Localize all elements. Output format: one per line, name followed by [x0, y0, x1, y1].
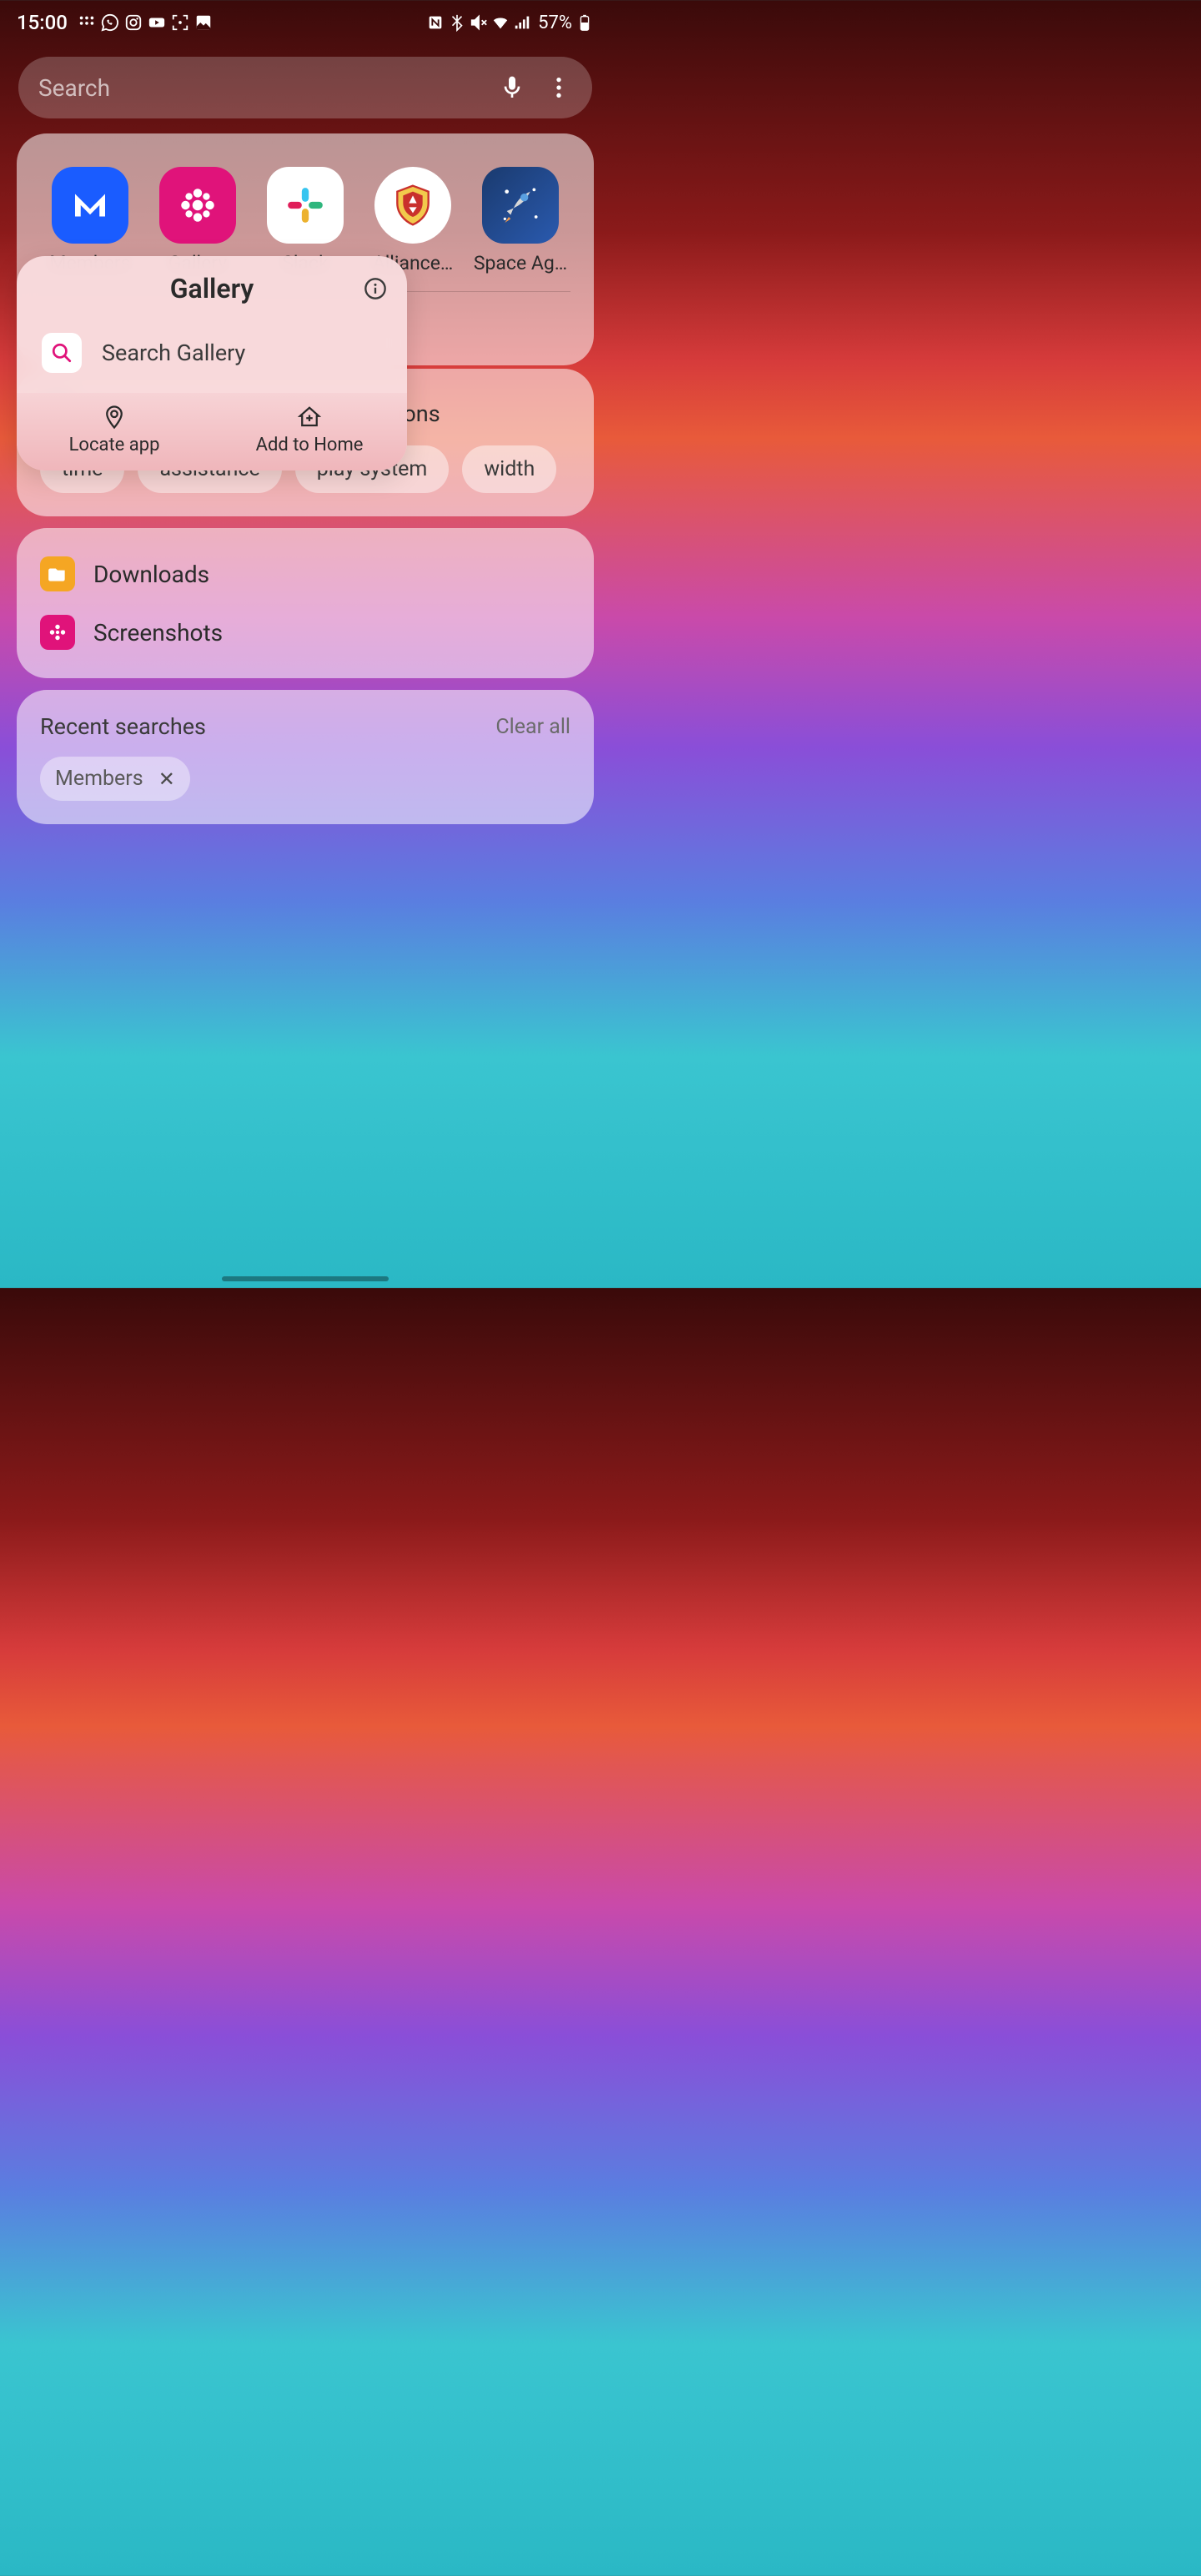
gesture-bar[interactable]: [222, 1276, 389, 1281]
recent-searches-card: Recent searches Clear all Members ✕: [17, 690, 594, 824]
instagram-status-icon: [124, 13, 143, 32]
add-to-home-button[interactable]: Add to Home: [212, 400, 407, 460]
locate-label: Locate app: [69, 435, 160, 455]
battery-percentage: 57%: [538, 13, 572, 33]
gallery-app-icon: [159, 167, 236, 244]
app-space-agency[interactable]: Space Ag…: [470, 167, 570, 274]
locate-app-button[interactable]: Locate app: [17, 400, 212, 460]
space-app-icon: [482, 167, 559, 244]
image-status-icon: [194, 13, 213, 32]
popup-title: Gallery: [170, 273, 254, 304]
downloads-folder[interactable]: Downloads: [40, 545, 570, 603]
whatsapp-status-icon: [101, 13, 119, 32]
search-bar[interactable]: Search: [18, 57, 592, 118]
bluetooth-icon: [448, 13, 466, 32]
nfc-icon: [426, 13, 445, 32]
folder-label: Screenshots: [93, 619, 223, 647]
slack-status-icon: [78, 13, 96, 32]
wifi-icon: [491, 13, 510, 32]
recent-chip-label: Members: [55, 767, 143, 791]
status-left: 15:00: [17, 11, 213, 34]
recent-chip-members[interactable]: Members ✕: [40, 757, 190, 801]
mute-icon: [470, 13, 488, 32]
youtube-status-icon: [148, 13, 166, 32]
folder-icon: [40, 556, 75, 591]
status-time: 15:00: [17, 11, 68, 34]
recent-header: Recent searches Clear all: [40, 713, 570, 740]
more-icon[interactable]: [545, 74, 572, 101]
add-home-label: Add to Home: [256, 435, 364, 455]
scan-status-icon: [171, 13, 189, 32]
folders-card: Downloads Screenshots: [17, 528, 594, 678]
mic-icon[interactable]: [499, 74, 525, 101]
search-icon: [51, 342, 73, 364]
close-icon[interactable]: ✕: [158, 767, 175, 791]
chip-width[interactable]: width: [462, 445, 556, 493]
status-bar: 15:00 57%: [0, 0, 611, 42]
screenshots-folder[interactable]: Screenshots: [40, 603, 570, 662]
home-plus-icon: [297, 405, 322, 430]
members-app-icon: [52, 167, 128, 244]
signal-icon: [513, 13, 531, 32]
popup-header: Gallery: [17, 256, 407, 321]
alliance-app-icon: [374, 167, 451, 244]
search-icon-wrap: [42, 333, 82, 373]
info-icon[interactable]: [364, 277, 387, 300]
popup-actions: Locate app Add to Home: [17, 393, 407, 470]
recent-chips: Members ✕: [40, 757, 570, 801]
recent-title: Recent searches: [40, 713, 206, 740]
battery-icon: [575, 13, 594, 32]
search-gallery-item[interactable]: Search Gallery: [17, 321, 407, 393]
slack-app-icon: [267, 167, 344, 244]
flower-icon: [40, 615, 75, 650]
folder-label: Downloads: [93, 561, 209, 588]
search-gallery-label: Search Gallery: [102, 340, 245, 366]
search-placeholder: Search: [38, 74, 499, 102]
app-label: Space Ag…: [474, 252, 567, 274]
clear-all-button[interactable]: Clear all: [495, 715, 570, 739]
location-icon: [102, 405, 127, 430]
gallery-context-menu: Gallery Search Gallery Locate app Add to…: [17, 256, 407, 470]
status-right: 57%: [426, 13, 594, 33]
